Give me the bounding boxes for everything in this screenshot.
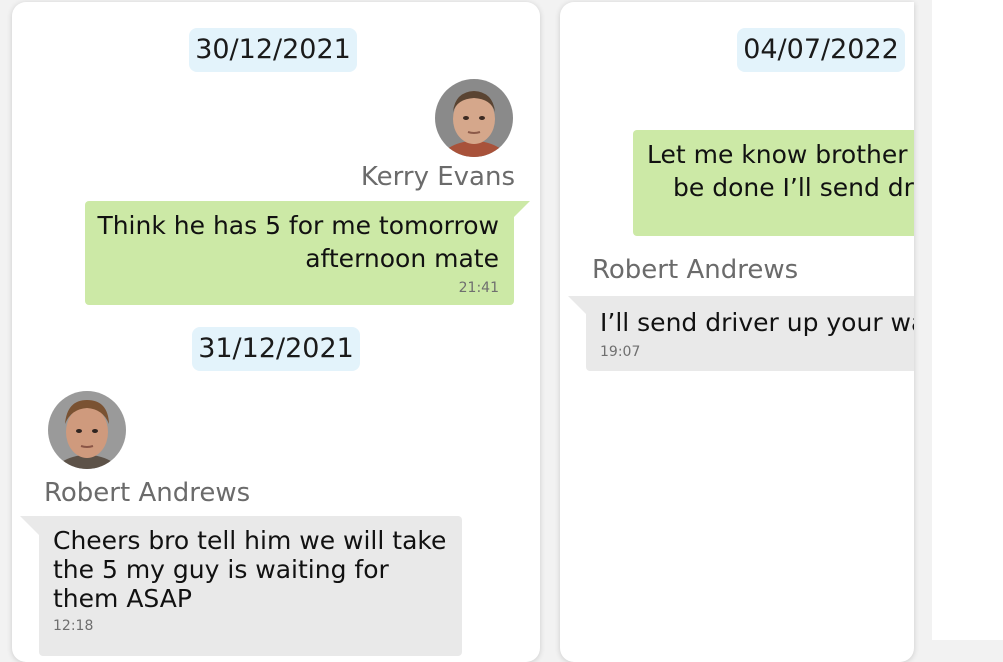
- outgoing-message: Think he has 5 for me tomorrow afternoon…: [85, 201, 514, 305]
- avatar-kerry-evans: [435, 79, 513, 157]
- date-chip: 04/07/2022: [737, 28, 905, 72]
- message-text: Cheers bro tell him we will take the 5 m…: [53, 526, 447, 613]
- page-background-right: [932, 0, 1003, 640]
- message-text: I’ll send driver up your wa: [600, 308, 914, 337]
- avatar-robert-andrews: [48, 391, 126, 469]
- incoming-message: Cheers bro tell him we will take the 5 m…: [39, 516, 462, 656]
- bubble-tail: [20, 516, 42, 538]
- sender-name: Robert Andrews: [592, 255, 799, 285]
- incoming-message: I’ll send driver up your wa 19:07: [586, 296, 914, 371]
- message-time: 12:18: [53, 618, 94, 634]
- message-text: Think he has 5 for me tomorrow afternoon…: [97, 211, 499, 273]
- message-text-line: be done I’ll send dr: [673, 173, 914, 202]
- sender-name: Robert Andrews: [44, 478, 251, 508]
- chat-panel-left: 30/12/2021 Kerry Evans Think he has 5 fo…: [12, 2, 540, 662]
- date-chip: 30/12/2021: [189, 28, 357, 72]
- date-chip: 31/12/2021: [192, 327, 360, 371]
- chat-panel-right: 04/07/2022 Let me know brother be done I…: [560, 2, 914, 662]
- sender-name: Kerry Evans: [360, 162, 515, 192]
- message-text-line: Let me know brother: [647, 140, 908, 169]
- message-time: 21:41: [458, 280, 499, 296]
- message-time: 19:07: [600, 344, 641, 360]
- outgoing-message: Let me know brother be done I’ll send dr: [633, 130, 914, 236]
- bubble-tail: [508, 201, 530, 223]
- bubble-tail: [568, 296, 590, 318]
